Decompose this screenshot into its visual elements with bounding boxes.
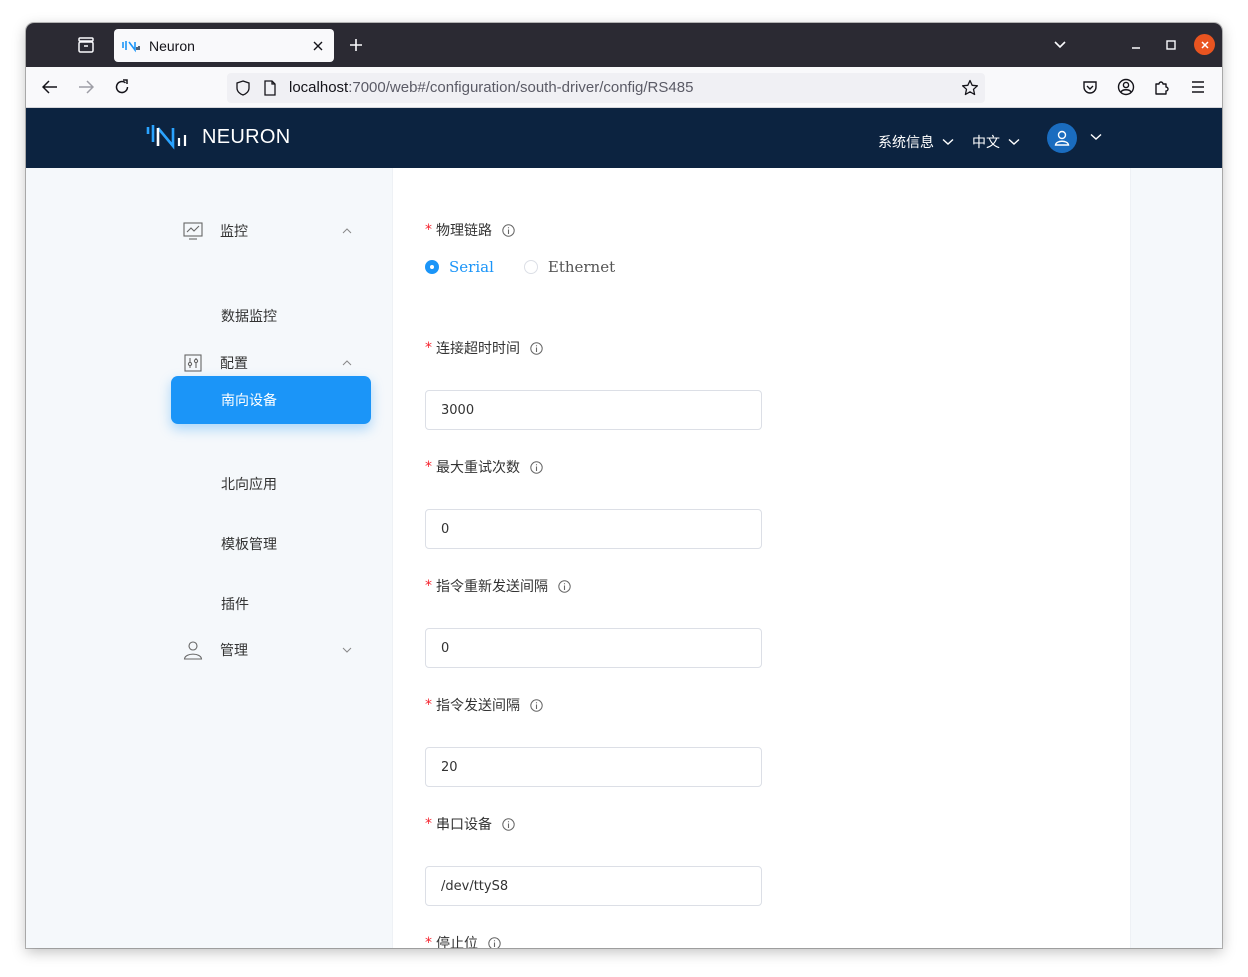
physical-link-radio-group: Serial Ethernet — [425, 258, 645, 276]
sidebar-item-label: 南向设备 — [221, 393, 277, 409]
bookmark-star-icon[interactable] — [961, 79, 979, 97]
chevron-down-icon — [942, 138, 954, 145]
max-retry-label: * 最大重试次数 — [425, 457, 543, 477]
forward-icon[interactable] — [74, 75, 98, 99]
required-mark: * — [425, 578, 432, 594]
list-all-tabs-icon[interactable] — [1048, 33, 1072, 57]
info-icon[interactable] — [502, 223, 515, 237]
url-bar[interactable]: localhost:7000/web#/configuration/south-… — [227, 73, 985, 103]
neuron-logo[interactable]: NEURON — [146, 124, 290, 150]
url-text[interactable]: localhost:7000/web#/configuration/south-… — [289, 79, 693, 96]
sidebar-group-monitor[interactable]: 监控 — [181, 219, 353, 243]
sidebar-item-south-devices[interactable]: 南向设备 — [171, 376, 371, 424]
language-label: 中文 — [972, 135, 1000, 151]
tab-overview-icon[interactable] — [74, 33, 98, 57]
info-icon[interactable] — [530, 460, 543, 474]
required-mark: * — [425, 816, 432, 832]
page-icon[interactable] — [263, 80, 277, 96]
radio-ethernet[interactable]: Ethernet — [523, 258, 616, 276]
system-info-label: 系统信息 — [878, 135, 934, 151]
sidebar-group-label: 管理 — [220, 643, 248, 659]
required-mark: * — [425, 935, 432, 948]
neuron-logo-icon — [146, 125, 187, 150]
chevron-down-icon — [1008, 138, 1020, 145]
required-mark: * — [425, 222, 432, 238]
sidebar-item-data-monitor[interactable]: 数据监控 — [221, 306, 277, 326]
send-interval-input[interactable]: 20 — [425, 747, 762, 787]
user-icon — [181, 638, 205, 662]
tab-bar: Neuron — [26, 23, 1222, 67]
serial-device-input[interactable]: /dev/ttyS8 — [425, 866, 762, 906]
close-window-icon[interactable] — [1194, 34, 1215, 55]
required-mark: * — [425, 340, 432, 356]
account-icon[interactable] — [1114, 75, 1138, 99]
radio-label: Ethernet — [547, 258, 616, 276]
chevron-up-icon — [341, 225, 353, 237]
connection-timeout-label: * 连接超时时间 — [425, 338, 543, 358]
reload-icon[interactable] — [110, 75, 134, 99]
config-form: * 物理链路 Serial Ethernet * 连接超时时间 3000 * 最… — [392, 168, 1131, 948]
back-icon[interactable] — [38, 75, 62, 99]
user-avatar[interactable] — [1047, 123, 1077, 153]
info-icon[interactable] — [488, 936, 501, 948]
radio-serial[interactable]: Serial — [425, 258, 494, 276]
pocket-icon[interactable] — [1078, 75, 1102, 99]
extensions-icon[interactable] — [1150, 75, 1174, 99]
info-icon[interactable] — [558, 579, 571, 593]
required-mark: * — [425, 459, 432, 475]
browser-tab[interactable]: Neuron — [114, 29, 334, 62]
resend-interval-input[interactable]: 0 — [425, 628, 762, 668]
tab-title: Neuron — [149, 37, 195, 54]
info-icon[interactable] — [502, 817, 515, 831]
resend-interval-label: * 指令重新发送间隔 — [425, 576, 571, 596]
radio-dot — [523, 260, 538, 274]
stop-bit-label: * 停止位 — [425, 933, 501, 948]
shield-icon[interactable] — [235, 80, 251, 96]
chevron-down-icon — [341, 644, 353, 656]
sidebar: 监控 数据监控 配置 南向设备 北向应用 模板管理 插件 管理 — [26, 168, 392, 948]
info-icon[interactable] — [530, 698, 543, 712]
monitor-icon — [181, 219, 205, 243]
radio-dot — [425, 260, 439, 274]
sidebar-item-north-apps[interactable]: 北向应用 — [221, 474, 277, 494]
logo-text: NEURON — [202, 125, 291, 148]
new-tab-icon[interactable] — [344, 33, 368, 57]
sidebar-group-config[interactable]: 配置 — [181, 351, 353, 375]
sidebar-item-plugins[interactable]: 插件 — [221, 594, 249, 614]
system-info-menu[interactable]: 系统信息 — [878, 132, 954, 152]
physical-link-label: * 物理链路 — [425, 220, 515, 240]
neuron-favicon-icon — [122, 40, 140, 52]
sidebar-group-label: 配置 — [220, 356, 248, 372]
connection-timeout-input[interactable]: 3000 — [425, 390, 762, 430]
app-header: NEURON 系统信息 中文 — [26, 108, 1222, 168]
radio-label: Serial — [449, 258, 494, 276]
menu-icon[interactable] — [1186, 75, 1210, 99]
navigation-bar: localhost:7000/web#/configuration/south-… — [26, 67, 1222, 108]
config-icon — [181, 351, 205, 375]
required-mark: * — [425, 697, 432, 713]
send-interval-label: * 指令发送间隔 — [425, 695, 543, 715]
serial-device-label: * 串口设备 — [425, 814, 515, 834]
sidebar-group-admin[interactable]: 管理 — [181, 638, 353, 662]
language-menu[interactable]: 中文 — [972, 132, 1020, 152]
sidebar-group-label: 监控 — [220, 224, 248, 240]
minimize-icon[interactable] — [1124, 33, 1148, 57]
chevron-down-icon[interactable] — [1090, 133, 1102, 141]
browser-window: Neuron localhost:7000/web#/configuration… — [26, 23, 1222, 948]
info-icon[interactable] — [530, 341, 543, 355]
close-tab-icon[interactable] — [306, 34, 330, 58]
maximize-icon[interactable] — [1159, 33, 1183, 57]
chevron-up-icon — [341, 357, 353, 369]
user-icon — [1054, 130, 1070, 146]
sidebar-item-template-management[interactable]: 模板管理 — [221, 534, 277, 554]
max-retry-input[interactable]: 0 — [425, 509, 762, 549]
